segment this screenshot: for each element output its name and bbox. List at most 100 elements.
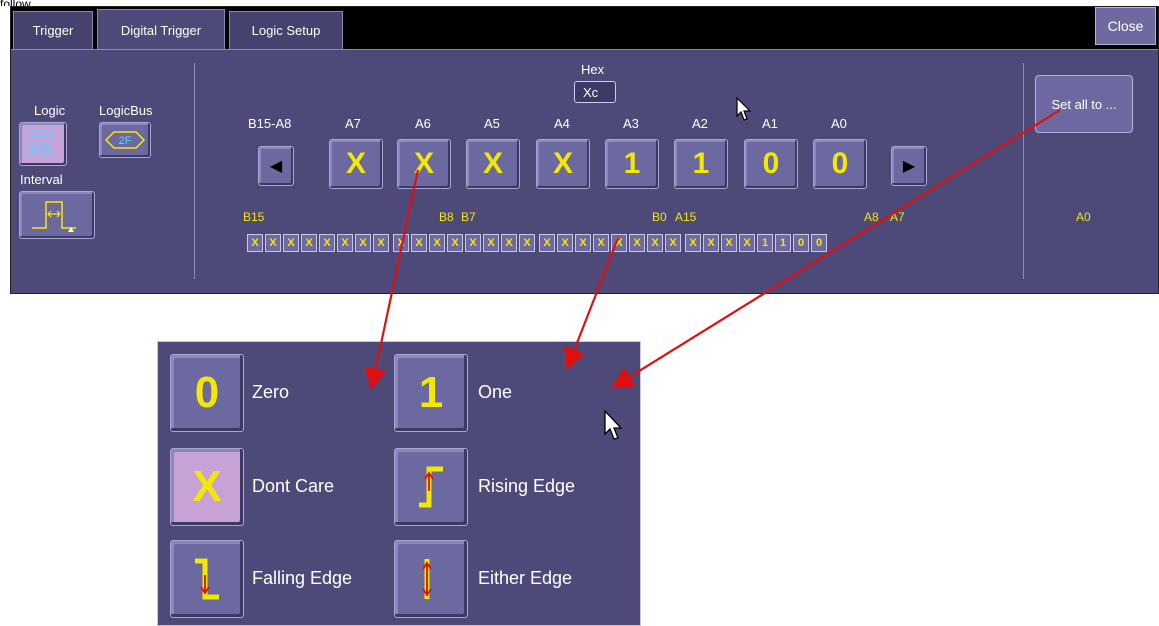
close-button[interactable]: Close xyxy=(1095,7,1156,45)
digital-trigger-panel: Trigger Digital Trigger Logic Setup Clos… xyxy=(10,6,1159,294)
hex-value-field[interactable]: Xc xyxy=(574,81,616,103)
group-label-b7: B7 xyxy=(461,210,476,224)
tab-digital-trigger[interactable]: Digital Trigger xyxy=(97,9,225,50)
bit-cell-a8[interactable]: X xyxy=(665,234,681,252)
bit-button-a1[interactable]: 0 xyxy=(744,139,798,189)
bit-cell-a12[interactable]: X xyxy=(593,234,609,252)
triangle-right-icon: ▶ xyxy=(902,158,916,175)
bit-cell-b8[interactable]: X xyxy=(373,234,389,252)
logic-label: Logic xyxy=(34,103,66,118)
column-label-a6: A6 xyxy=(415,116,431,131)
group-label-a8: A8 xyxy=(864,210,879,224)
option-zero-label: Zero xyxy=(252,382,290,402)
bit-cell-a13[interactable]: X xyxy=(575,234,591,252)
bit-cell-a10[interactable]: X xyxy=(629,234,645,252)
group-label-b0: B0 xyxy=(652,210,667,224)
bit-cell-a15[interactable]: X xyxy=(539,234,555,252)
option-either-edge-label: Either Edge xyxy=(478,568,573,588)
group-label-b8: B8 xyxy=(439,210,454,224)
tab-bar: Trigger Digital Trigger Logic Setup Clos… xyxy=(11,7,1158,50)
bit-cell-b14[interactable]: X xyxy=(265,234,281,252)
one-glyph: 1 xyxy=(418,368,444,417)
column-label-b15-a8: B15-A8 xyxy=(248,116,292,131)
option-falling-edge-button[interactable] xyxy=(170,540,244,618)
falling-edge-icon xyxy=(195,558,219,600)
bit-button-a5[interactable]: X xyxy=(466,139,520,189)
bit-button-a4[interactable]: X xyxy=(536,139,590,189)
group-label-a0: A0 xyxy=(1076,210,1091,224)
bit-button-a0[interactable]: 0 xyxy=(813,139,867,189)
group-label-a15: A15 xyxy=(675,210,697,224)
bit-state-popup: 0 Zero 1 One X Dont Care Rising Edge Fal… xyxy=(157,341,641,626)
bit-cell-a5[interactable]: X xyxy=(721,234,737,252)
bit-cell-a0[interactable]: 0 xyxy=(811,234,827,252)
bit-cell-a4[interactable]: X xyxy=(739,234,755,252)
bit-cell-a7[interactable]: X xyxy=(685,234,701,252)
column-label-a7: A7 xyxy=(345,116,361,131)
group-label-b15: B15 xyxy=(243,210,265,224)
bit-button-a7[interactable]: X xyxy=(329,139,383,189)
logic-waveform-icon xyxy=(26,130,56,156)
option-either-edge-button[interactable] xyxy=(394,540,468,618)
bit-cell-b0[interactable]: X xyxy=(519,234,535,252)
interval-mode-button[interactable] xyxy=(19,191,95,239)
zero-glyph: 0 xyxy=(194,368,220,417)
bit-cell-a2[interactable]: 1 xyxy=(775,234,791,252)
column-label-a3: A3 xyxy=(623,116,639,131)
bit-cell-b6[interactable]: X xyxy=(411,234,427,252)
rising-edge-icon xyxy=(419,466,443,508)
bit-cell-b10[interactable]: X xyxy=(337,234,353,252)
bit-cell-b11[interactable]: X xyxy=(319,234,335,252)
bit-button-a3[interactable]: 1 xyxy=(605,139,659,189)
option-rising-edge-button[interactable] xyxy=(394,448,468,526)
logic-mode-button[interactable] xyxy=(19,122,67,166)
right-separator xyxy=(1023,63,1024,279)
bit-cell-b15[interactable]: X xyxy=(247,234,263,252)
column-label-a0: A0 xyxy=(831,116,847,131)
bit-cell-a14[interactable]: X xyxy=(557,234,573,252)
mouse-cursor-icon-popup xyxy=(604,410,623,440)
bit-cell-b2[interactable]: X xyxy=(483,234,499,252)
tab-trigger[interactable]: Trigger xyxy=(13,11,93,49)
logicbus-mode-button[interactable]: 2F xyxy=(99,122,151,158)
bit-cell-a3[interactable]: 1 xyxy=(757,234,773,252)
bit-cell-b12[interactable]: X xyxy=(301,234,317,252)
hex-label: Hex xyxy=(581,62,605,77)
column-label-a2: A2 xyxy=(692,116,708,131)
option-one-button[interactable]: 1 xyxy=(394,354,468,432)
scroll-right-button[interactable]: ▶ xyxy=(891,146,927,186)
bit-button-a2[interactable]: 1 xyxy=(674,139,728,189)
option-falling-edge-label: Falling Edge xyxy=(252,568,353,588)
logicbus-value: 2F xyxy=(119,135,132,147)
bit-cell-b1[interactable]: X xyxy=(501,234,517,252)
bus-hex-icon: 2F xyxy=(104,131,146,149)
set-all-button[interactable]: Set all to ... xyxy=(1035,75,1133,133)
bit-cell-b7[interactable]: X xyxy=(393,234,409,252)
bit-cell-a9[interactable]: X xyxy=(647,234,663,252)
interval-icon xyxy=(32,201,76,232)
scroll-left-button[interactable]: ◀ xyxy=(258,146,294,186)
bit-cell-b4[interactable]: X xyxy=(447,234,463,252)
bit-cell-a6[interactable]: X xyxy=(703,234,719,252)
bit-cell-b3[interactable]: X xyxy=(465,234,481,252)
option-one-label: One xyxy=(478,382,513,402)
bit-cell-a1[interactable]: 0 xyxy=(793,234,809,252)
bit-cell-a11[interactable]: X xyxy=(611,234,627,252)
bit-cell-b13[interactable]: X xyxy=(283,234,299,252)
bit-button-a6[interactable]: X xyxy=(397,139,451,189)
dont-care-glyph: X xyxy=(192,462,222,511)
group-label-a7: A7 xyxy=(890,210,905,224)
bit-cell-b9[interactable]: X xyxy=(355,234,371,252)
left-separator xyxy=(194,63,195,279)
tab-divider xyxy=(11,49,1158,50)
option-dont-care-button[interactable]: X xyxy=(170,448,244,526)
column-label-a4: A4 xyxy=(554,116,570,131)
column-label-a1: A1 xyxy=(762,116,778,131)
triangle-left-icon: ◀ xyxy=(269,158,283,175)
option-rising-edge-label: Rising Edge xyxy=(478,476,576,496)
either-edge-icon xyxy=(422,559,432,599)
logicbus-label: LogicBus xyxy=(99,103,153,118)
option-zero-button[interactable]: 0 xyxy=(170,354,244,432)
bit-cell-b5[interactable]: X xyxy=(429,234,445,252)
tab-logic-setup[interactable]: Logic Setup xyxy=(229,11,343,49)
